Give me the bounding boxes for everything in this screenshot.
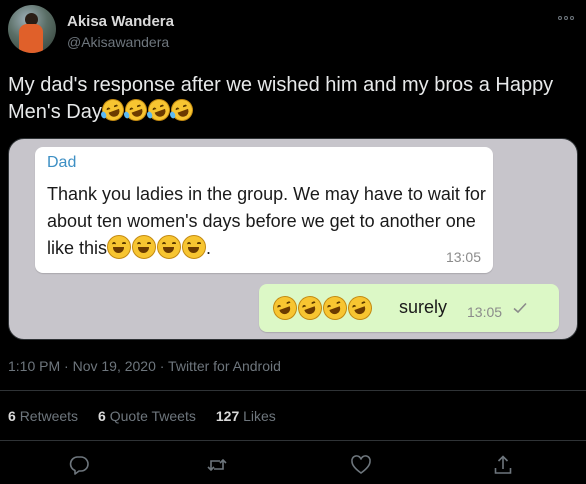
beaming-face-icon (294, 292, 326, 324)
tweet-timestamp[interactable]: 1:10 PM · Nov 19, 2020 · Twitter for And… (8, 358, 281, 374)
grinning-face-icon (132, 235, 157, 259)
beaming-face-icon (319, 292, 351, 324)
rofl-emoji-icon (144, 95, 173, 125)
grinning-face-icon (157, 235, 182, 259)
reply-icon[interactable] (68, 454, 90, 476)
grinning-face-icon (182, 235, 207, 259)
incoming-message-time: 13:05 (445, 249, 481, 265)
sender-name: Dad (47, 154, 77, 171)
quote-tweets-stat[interactable]: 6 Quote Tweets (98, 408, 196, 424)
quote-tweets-count: 6 (98, 408, 106, 424)
quote-tweets-label: Quote Tweets (109, 408, 196, 424)
grinning-face-icon (107, 235, 132, 259)
retweet-icon[interactable] (206, 454, 228, 476)
incoming-message-bubble: Dad Thank you ladies in the group. We ma… (35, 147, 493, 273)
retweets-label: Retweets (19, 408, 79, 424)
author-handle[interactable]: @Akisawandera (67, 34, 169, 50)
tweet-header: Akisa Wandera @Akisawandera (8, 5, 578, 57)
outgoing-message-text: surely (399, 297, 448, 317)
rofl-emoji-icon (98, 95, 127, 125)
heart-icon[interactable] (350, 454, 372, 476)
tweet-actions (0, 448, 586, 484)
divider (0, 390, 586, 391)
more-icon[interactable] (558, 15, 574, 21)
check-icon (513, 302, 527, 314)
incoming-message-trailing: . (206, 238, 212, 258)
rofl-emoji-icon (121, 95, 150, 125)
grinning-emoji-group (107, 235, 207, 259)
chat-screenshot-image[interactable]: Dad Thank you ladies in the group. We ma… (8, 138, 578, 340)
beaming-face-icon (269, 292, 301, 324)
beaming-face-icon (344, 292, 376, 324)
divider (0, 440, 586, 441)
avatar[interactable] (8, 5, 56, 53)
engagement-stats: 6 Retweets 6 Quote Tweets 127 Likes (8, 408, 276, 424)
incoming-message-text: Thank you ladies in the group. We may ha… (47, 181, 487, 262)
tweet-body: My dad's response after we wished him an… (8, 74, 554, 123)
laughing-emoji-group (98, 95, 196, 125)
beaming-emoji-group (269, 292, 376, 324)
likes-label: Likes (243, 408, 276, 424)
tweet-text: My dad's response after we wished him an… (8, 72, 578, 126)
outgoing-message-bubble: surely 13:05 (259, 284, 559, 332)
retweets-stat[interactable]: 6 Retweets (8, 408, 78, 424)
rofl-emoji-icon (167, 95, 196, 125)
outgoing-message-time: 13:05 (467, 304, 503, 320)
share-icon[interactable] (492, 454, 514, 476)
likes-count: 127 (215, 408, 240, 424)
retweets-count: 6 (8, 408, 16, 424)
likes-stat[interactable]: 127 Likes (216, 408, 276, 424)
author-display-name[interactable]: Akisa Wandera (67, 13, 174, 30)
